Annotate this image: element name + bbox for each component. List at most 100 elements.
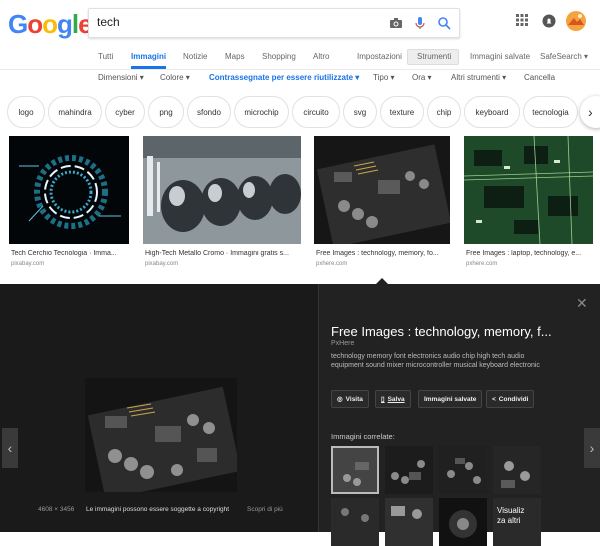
apps-grid-icon[interactable] [516,14,528,26]
search-icon[interactable] [437,16,451,30]
related-thumb [493,446,541,494]
divider [0,69,600,70]
tab-all[interactable]: Tutti [98,52,113,61]
camera-icon[interactable] [389,16,403,30]
share-icon: < [492,395,496,403]
chip[interactable]: logo [7,96,45,128]
result-caption[interactable]: Free Images : technology, memory, fo... [316,250,450,257]
button-label: Condividi [498,395,529,403]
tab-saved-images[interactable]: Immagini salvate [470,52,530,61]
globe-icon: ◎ [337,396,343,403]
bookmark-icon: ▯ [381,396,385,403]
tab-shopping[interactable]: Shopping [262,52,296,61]
related-image[interactable] [331,498,379,546]
tab-safesearch[interactable]: SafeSearch ▾ [540,52,588,61]
result-source: pxhere.com [466,261,498,267]
chip[interactable]: microchip [234,96,289,128]
button-label: Visita [345,395,363,403]
tab-maps[interactable]: Maps [225,52,245,61]
save-button[interactable]: ▯ Salva [375,390,411,408]
share-button[interactable]: < Condividi [486,390,535,408]
related-image[interactable] [493,446,541,494]
result-image[interactable] [9,136,129,244]
related-image[interactable] [331,446,379,494]
green-pcb-image [464,136,593,244]
logo-letter: o [42,9,58,39]
result-caption[interactable]: Tech Cerchio Tecnologia · Imma... [11,250,129,257]
search-input[interactable] [97,15,377,29]
divider [318,284,319,532]
chip[interactable]: mahindra [48,96,102,128]
chip[interactable]: tecnologia [523,96,578,128]
image-dimensions: 4608 × 3456 [38,506,75,513]
tab-tools[interactable]: Strumenti [417,52,451,61]
previous-image-button[interactable]: ‹ [2,428,18,468]
result-source: pixabay.com [11,261,45,267]
chevron-right-icon: › [589,440,595,456]
chevron-right-icon: › [588,104,593,120]
related-image[interactable] [385,498,433,546]
chip[interactable]: cyber [105,96,145,128]
next-image-button[interactable]: › [584,428,600,468]
result-image[interactable] [314,136,450,244]
related-image[interactable] [385,446,433,494]
avatar[interactable] [566,11,586,31]
learn-more-link[interactable]: Scopri di più [247,506,283,513]
google-logo[interactable]: Google [8,9,93,40]
tab-settings[interactable]: Impostazioni [357,52,402,61]
filter-bar: Dimensioni ▾ Colore ▾ Contrassegnate per… [0,73,600,85]
chip[interactable]: png [148,96,184,128]
related-thumb [331,498,379,546]
circuit-board-image [314,136,450,244]
filter-usage-rights[interactable]: Contrassegnate per essere riutilizzate ▾ [209,73,359,82]
filter-clear[interactable]: Cancella [524,73,555,82]
logo-letter: o [27,9,43,39]
chip[interactable]: texture [380,96,424,128]
chip[interactable]: sfondo [187,96,231,128]
preview-description: technology memory font electronics audio… [331,353,540,369]
result-source: pixabay.com [145,261,179,267]
tech-circle-image [9,136,129,244]
result-source: pxhere.com [316,261,348,267]
filter-size[interactable]: Dimensioni ▾ [98,73,144,82]
view-more-button[interactable]: Visualiz za altri [493,498,541,546]
logo-letter: g [57,9,73,39]
filter-color[interactable]: Colore ▾ [160,73,190,82]
view-more-label: za altri [497,516,521,525]
tab-more[interactable]: Altro [313,52,329,61]
tab-news[interactable]: Notizie [183,52,207,61]
related-image[interactable] [439,446,487,494]
preview-title[interactable]: Free Images : technology, memory, f... [331,324,552,339]
filter-type[interactable]: Tipo ▾ [373,73,395,82]
result-image[interactable] [143,136,301,244]
preview-source[interactable]: PxHere [331,340,354,347]
chip[interactable]: circuito [292,96,340,128]
filter-time[interactable]: Ora ▾ [412,73,432,82]
related-image[interactable] [439,498,487,546]
visit-button[interactable]: ◎ Visita [331,390,369,408]
button-label: Immagini salvate [424,395,477,403]
search-tabs: Tutti Immagini Notizie Maps Shopping Alt… [0,52,600,66]
chip[interactable]: chip [427,96,461,128]
related-thumb [385,498,433,546]
microphone-icon[interactable] [413,16,427,30]
related-thumb [385,446,433,494]
filter-more-tools[interactable]: Altri strumenti ▾ [451,73,506,82]
saved-images-button[interactable]: Immagini salvate [418,390,483,408]
close-icon[interactable]: ✕ [576,295,588,312]
chip[interactable]: keyboard [464,96,520,128]
tab-images[interactable]: Immagini [131,52,166,61]
result-caption[interactable]: High-Tech Metallo Cromo · Immagini grati… [145,250,299,257]
suggestion-chips: logo mahindra cyber png sfondo microchip… [0,96,600,130]
search-box[interactable] [88,8,460,38]
button-label: Salva [387,395,405,403]
related-images-title: Immagini correlate: [331,432,395,441]
circuit-board-large-image [85,378,237,492]
chip[interactable]: svg [343,96,377,128]
preview-image[interactable] [85,378,237,492]
result-image[interactable] [464,136,593,244]
chevron-left-icon: ‹ [7,440,13,456]
view-more-label: Visualiz [497,506,525,515]
notifications-icon[interactable] [542,14,556,28]
result-caption[interactable]: Free Images : laptop, technology, e... [466,250,593,257]
